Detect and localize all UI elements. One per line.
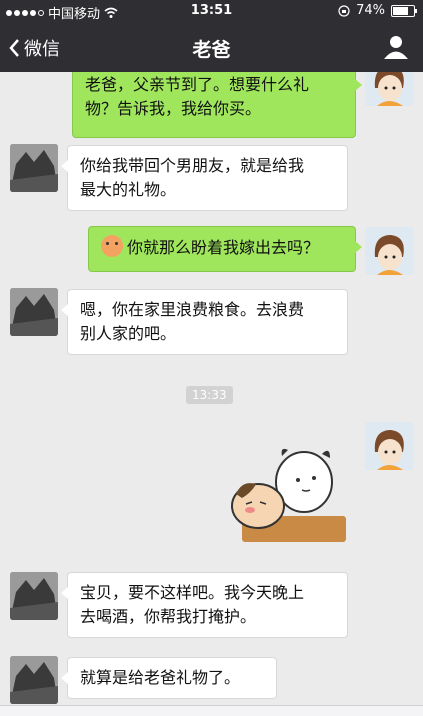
person-icon[interactable] [383,34,409,60]
avatar-dad[interactable] [10,656,58,704]
message-text-line: 老爸，父亲节到了。想要什么礼 [85,75,310,94]
battery-group: 74% [338,3,417,18]
battery-icon [391,4,417,17]
avatar-me[interactable] [365,422,413,470]
message-text-line: 别人家的吧。 [80,324,177,343]
message-bubble-other[interactable]: 你给我带回个男朋友，就是给我 最大的礼物。 [61,145,348,211]
message-text: 就算是给老爸礼物了。 [80,668,241,687]
status-bar: 中国移动 13:51 74% [0,0,423,22]
message-text-line: 最大的礼物。 [80,180,177,199]
message-text-line: 物？告诉我，我给你买。 [85,99,262,118]
chat-area[interactable]: 老爸，父亲节到了。想要什么礼 物？告诉我，我给你买。 你给我带回个男朋友，就是给… [0,72,423,715]
message-text-line: 你给我带回个男朋友，就是给我 [80,156,305,175]
avatar-dad[interactable] [10,288,58,336]
blushing-emoji-icon [101,235,123,257]
avatar-dad[interactable] [10,572,58,620]
avatar-me[interactable] [365,72,413,106]
message-text: 你就那么盼着我嫁出去吗？ [127,238,320,257]
orientation-lock-icon [338,4,350,17]
message-text-line: 嗯，你在家里浪费粮食。去浪费 [80,300,305,319]
nav-bar: 微信 老爸 [0,22,423,72]
message-bubble-me[interactable]: 你就那么盼着我嫁出去吗？ [88,226,362,272]
avatar-me[interactable] [365,227,413,275]
avatar-dad[interactable] [10,144,58,192]
timestamp: 13:33 [186,386,233,404]
message-text-line: 去喝酒，你帮我打掩护。 [80,607,257,626]
sticker-image[interactable] [222,442,354,546]
message-bubble-other[interactable]: 嗯，你在家里浪费粮食。去浪费 别人家的吧。 [61,289,348,355]
chat-title: 老爸 [192,39,231,61]
message-text-line: 宝贝，要不这样吧。我今天晚上 [80,583,305,602]
message-bubble-other[interactable]: 宝贝，要不这样吧。我今天晚上 去喝酒，你帮我打掩护。 [61,572,348,638]
battery-percent: 74% [356,3,385,18]
message-bubble-other[interactable]: 就算是给老爸礼物了。 [61,657,277,699]
message-bubble-me[interactable]: 老爸，父亲节到了。想要什么礼 物？告诉我，我给你买。 [72,72,362,138]
input-bar[interactable] [0,705,423,716]
